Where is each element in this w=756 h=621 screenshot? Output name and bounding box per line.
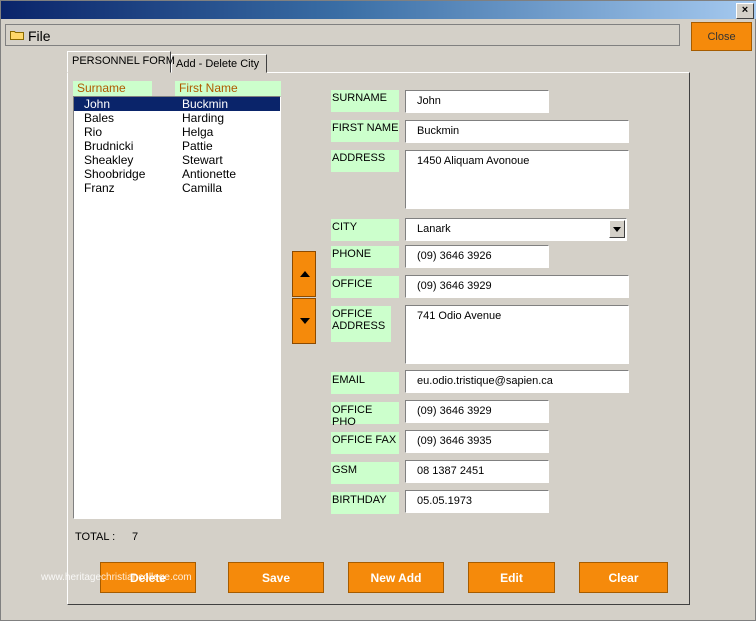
list-item[interactable]: John Buckmin <box>74 97 280 111</box>
folder-icon <box>10 31 24 40</box>
email-field[interactable]: eu.odio.tristique@sapien.ca <box>405 370 629 393</box>
label-gsm: GSM <box>331 462 399 484</box>
list-item[interactable]: Sheakley Stewart <box>74 153 280 167</box>
label-office: OFFICE <box>331 276 399 298</box>
label-birthday: BIRTHDAY <box>331 492 399 514</box>
personnel-listbox[interactable]: John Buckmin Bales Harding Rio Helga Brudni… <box>73 96 281 519</box>
watermark: www.heritagechristiancollege.com <box>41 572 192 583</box>
address-field[interactable]: 1450 Aliquam Avonoue <box>405 150 629 209</box>
gsm-field[interactable]: 08 1387 2451 <box>405 460 549 483</box>
label-first-name: FIRST NAME <box>331 120 399 142</box>
list-item[interactable]: Franz Camilla <box>74 181 280 195</box>
edit-button[interactable]: Edit <box>468 562 555 593</box>
menu-file[interactable]: File <box>28 27 51 45</box>
list-header-first-name: First Name <box>175 81 281 96</box>
label-phone: PHONE <box>331 246 399 268</box>
total-value: 7 <box>132 531 139 543</box>
surname-field[interactable]: John <box>405 90 549 113</box>
label-address: ADDRESS <box>331 150 399 172</box>
list-header-surname: Surname <box>73 81 152 96</box>
label-office-address: OFFICE ADDRESS <box>331 306 391 342</box>
move-up-button[interactable] <box>292 251 316 297</box>
city-select-value: Lanark <box>417 223 451 235</box>
label-surname: SURNAME <box>331 90 399 112</box>
tab-add-delete-city[interactable]: Add - Delete City <box>171 54 267 73</box>
list-item[interactable]: Shoobridge Antionette <box>74 167 280 181</box>
new-add-button[interactable]: New Add <box>348 562 444 593</box>
office-address-field[interactable]: 741 Odio Avenue <box>405 305 629 364</box>
list-item[interactable]: Rio Helga <box>74 125 280 139</box>
city-select[interactable]: Lanark <box>405 218 627 241</box>
title-bar: × <box>1 1 756 19</box>
office-field[interactable]: (09) 3646 3929 <box>405 275 629 298</box>
label-office-fax: OFFICE FAX <box>331 432 399 454</box>
label-office-phone: OFFICE PHO <box>331 402 399 428</box>
move-down-button[interactable] <box>292 298 316 344</box>
close-button[interactable]: Close <box>691 22 752 51</box>
label-email: EMAIL <box>331 372 399 394</box>
total-label: TOTAL : <box>75 531 116 543</box>
app-window: × File Close PERSONNEL FORM Add - Delete… <box>0 0 756 621</box>
first-name-field[interactable]: Buckmin <box>405 120 629 143</box>
list-item[interactable]: Bales Harding <box>74 111 280 125</box>
chevron-down-icon <box>613 227 621 232</box>
window-close-button[interactable]: × <box>736 3 754 19</box>
menu-bar: File <box>5 24 680 46</box>
list-item[interactable]: Brudnicki Pattie <box>74 139 280 153</box>
arrow-up-icon <box>300 271 310 277</box>
office-phone-field[interactable]: (09) 3646 3929 <box>405 400 549 423</box>
arrow-down-icon <box>300 318 310 324</box>
phone-field[interactable]: (09) 3646 3926 <box>405 245 549 268</box>
label-city: CITY <box>331 219 399 241</box>
clear-button[interactable]: Clear <box>579 562 668 593</box>
office-fax-field[interactable]: (09) 3646 3935 <box>405 430 549 453</box>
save-button[interactable]: Save <box>228 562 324 593</box>
birthday-field[interactable]: 05.05.1973 <box>405 490 549 513</box>
tab-personnel-form[interactable]: PERSONNEL FORM <box>67 51 175 73</box>
city-dropdown-button[interactable] <box>609 220 625 238</box>
